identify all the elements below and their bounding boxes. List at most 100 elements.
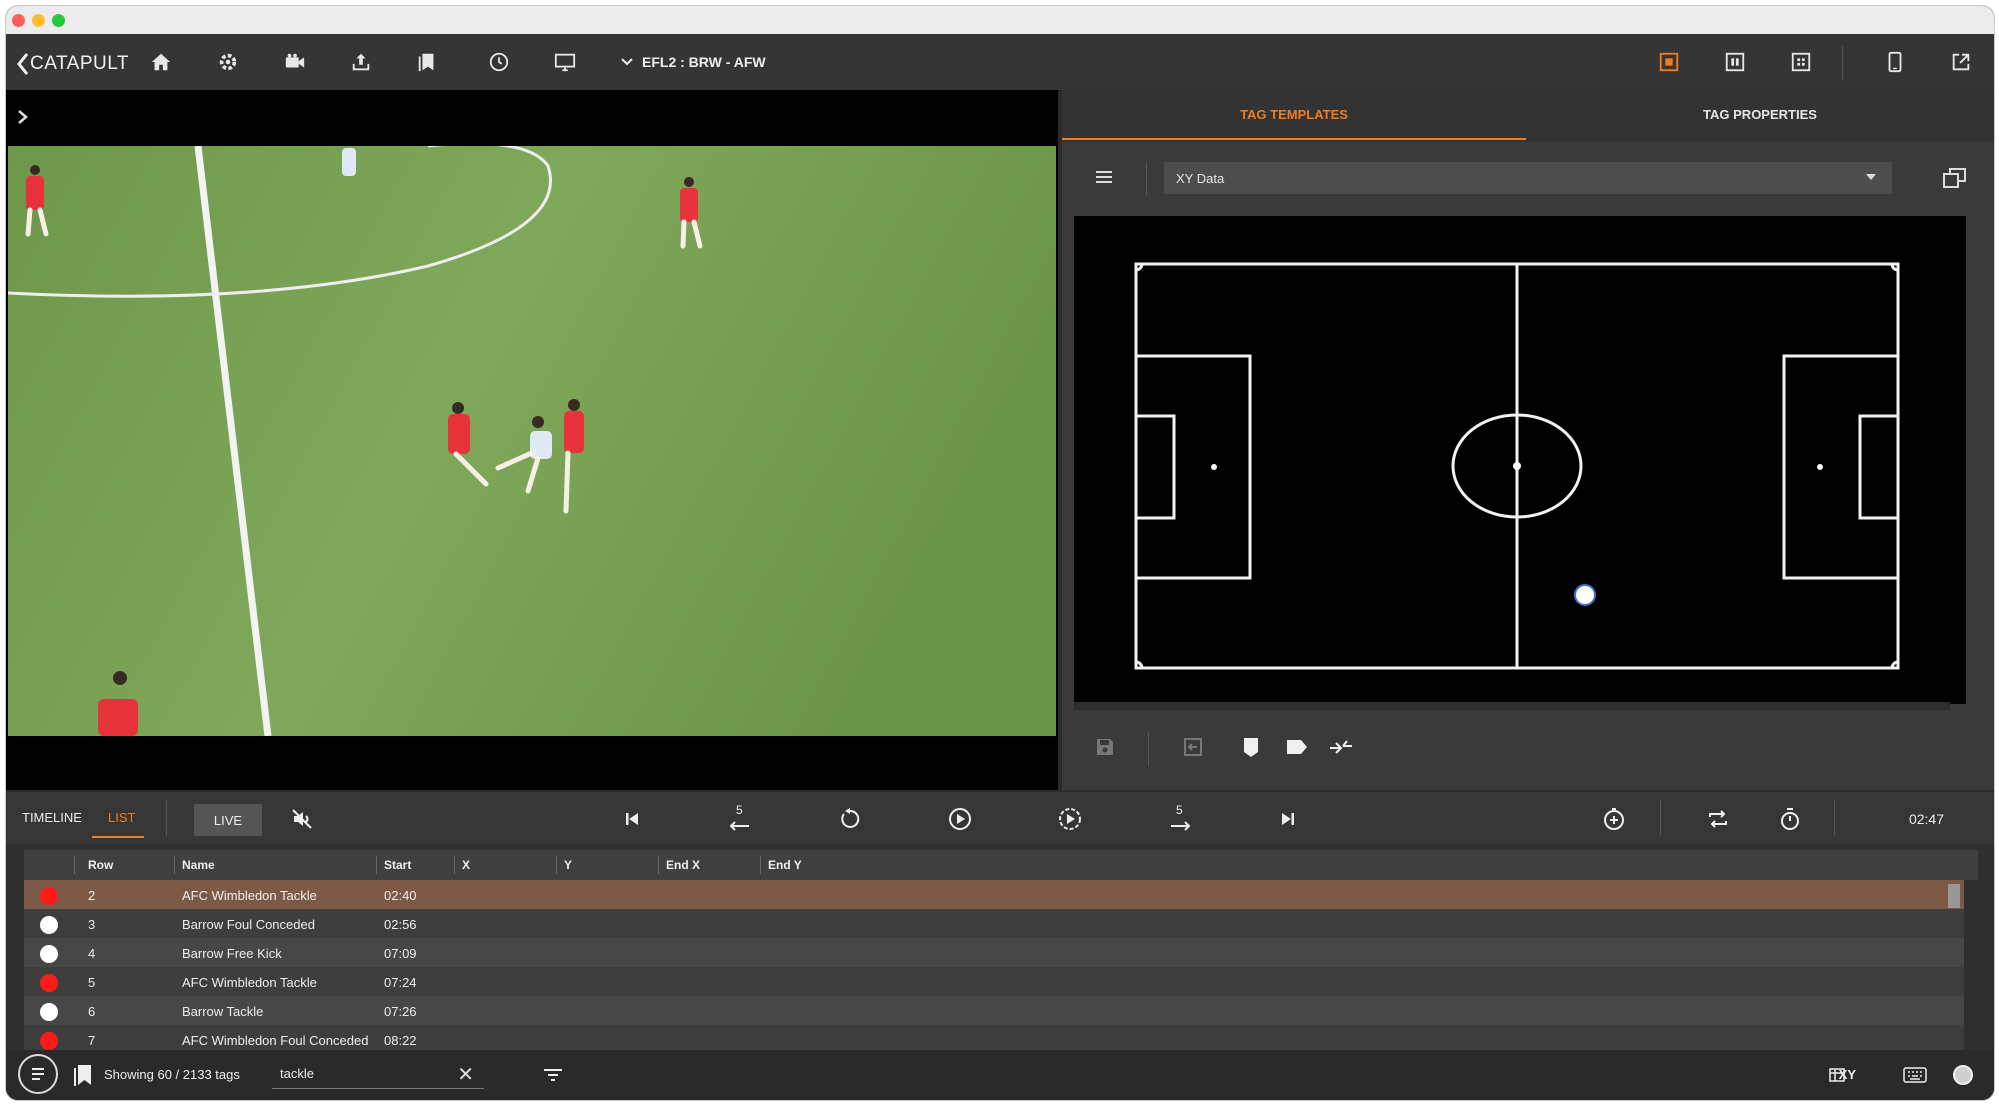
bookmark-icon[interactable]: [70, 1062, 96, 1088]
tag-color-dot: [40, 1003, 58, 1021]
save-icon[interactable]: [1092, 734, 1118, 760]
loop-icon[interactable]: [1704, 805, 1732, 833]
divider: [1148, 732, 1149, 766]
swap-direction-icon[interactable]: [1328, 734, 1354, 760]
skip-back-5-button[interactable]: 5: [726, 803, 754, 833]
skip-back-seconds: 5: [736, 803, 743, 817]
skip-to-end-icon[interactable]: [1274, 805, 1302, 833]
col-end-x[interactable]: End X: [666, 858, 700, 872]
popout-window-icon[interactable]: [1942, 166, 1968, 195]
label-tag-icon[interactable]: [1284, 734, 1310, 760]
chevron-down-icon: [621, 58, 633, 66]
minimize-window-button[interactable]: [32, 14, 45, 27]
col-end-y[interactable]: End Y: [768, 858, 802, 872]
tag-color-dot: [40, 1032, 58, 1050]
col-start[interactable]: Start: [384, 858, 411, 872]
tab-timeline[interactable]: TIMELINE: [22, 810, 82, 825]
active-tab-underline: [92, 836, 144, 838]
skip-to-start-icon[interactable]: [618, 805, 646, 833]
main-toolbar: CATAPULT EFL2 : BRW - AFW: [6, 34, 1994, 91]
single-view-layout-icon[interactable]: [1656, 49, 1682, 75]
tag-name: AFC Wimbledon Tackle: [182, 975, 317, 990]
xy-mode-label[interactable]: XY: [1839, 1067, 1856, 1082]
tag-name: Barrow Foul Conceded: [182, 917, 315, 932]
stopwatch-icon[interactable]: [1776, 805, 1804, 833]
tag-start: 08:22: [384, 1033, 417, 1048]
divider: [1834, 800, 1835, 836]
tag-start: 02:56: [384, 917, 417, 932]
table-row[interactable]: 6 Barrow Tackle 07:26: [24, 996, 1964, 1025]
tag-color-dot: [40, 974, 58, 992]
tab-list[interactable]: LIST: [108, 810, 135, 825]
tag-name: Barrow Free Kick: [182, 946, 282, 961]
column-divider: [760, 856, 761, 874]
lower-panel: TIMELINE LIST LIVE 5 5 02:47 Row Name St…: [6, 792, 1994, 1100]
canvas-scrollbar[interactable]: [1074, 702, 1950, 710]
video-player[interactable]: [6, 90, 1058, 790]
template-row: XY Data: [1062, 158, 1994, 198]
external-link-icon[interactable]: [1948, 49, 1974, 75]
tag-search[interactable]: ✕: [272, 1060, 484, 1089]
caret-down-icon: [1866, 174, 1876, 180]
replay-icon[interactable]: [836, 805, 864, 833]
keyboard-icon[interactable]: [1902, 1062, 1928, 1088]
xy-location-marker[interactable]: [1574, 584, 1596, 606]
hamburger-menu-icon[interactable]: [1094, 168, 1114, 191]
zoom-window-button[interactable]: [52, 14, 65, 27]
chevron-right-icon[interactable]: [16, 108, 30, 131]
status-circle-icon[interactable]: [1950, 1062, 1976, 1088]
list-menu-icon[interactable]: [18, 1054, 58, 1094]
table-row[interactable]: 3 Barrow Foul Conceded 02:56: [24, 909, 1964, 938]
xy-pitch-canvas[interactable]: [1074, 216, 1966, 704]
import-icon[interactable]: [1180, 734, 1206, 760]
tab-tag-templates[interactable]: TAG TEMPLATES: [1062, 90, 1526, 140]
tag-actions-bar: [1062, 720, 1994, 774]
grid-view-layout-icon[interactable]: [1788, 49, 1814, 75]
add-timer-icon[interactable]: [1600, 805, 1628, 833]
play-icon[interactable]: [946, 805, 974, 833]
tablet-icon[interactable]: [1882, 49, 1908, 75]
divider: [1660, 800, 1661, 836]
tab-tag-properties[interactable]: TAG PROPERTIES: [1528, 90, 1992, 138]
skip-forward-seconds: 5: [1176, 803, 1183, 817]
close-window-button[interactable]: [12, 14, 25, 27]
settings-gear-icon[interactable]: [215, 49, 241, 75]
tags-table: Row Name Start X Y End X End Y 2 AFC Wim…: [24, 850, 1978, 1050]
table-row[interactable]: 7 AFC Wimbledon Foul Conceded 08:22: [24, 1025, 1964, 1050]
clock-icon[interactable]: [486, 49, 512, 75]
video-frame-image: [8, 146, 1056, 736]
live-button[interactable]: LIVE: [194, 804, 262, 836]
table-row[interactable]: 2 AFC Wimbledon Tackle 02:40: [24, 880, 1964, 909]
table-row[interactable]: 4 Barrow Free Kick 07:09: [24, 938, 1964, 967]
tag-search-input[interactable]: [272, 1060, 452, 1086]
tagging-panel: TAG TEMPLATES TAG PROPERTIES XY Data: [1062, 90, 1994, 790]
skip-forward-5-button[interactable]: 5: [1166, 803, 1194, 833]
match-label: EFL2 : BRW - AFW: [642, 54, 766, 70]
col-name[interactable]: Name: [182, 858, 215, 872]
col-y[interactable]: Y: [564, 858, 572, 872]
playback-time: 02:47: [1908, 811, 1944, 827]
col-row[interactable]: Row: [88, 858, 113, 872]
table-scrollbar-thumb[interactable]: [1948, 884, 1960, 908]
clear-search-icon[interactable]: ✕: [457, 1062, 474, 1087]
template-select[interactable]: XY Data: [1164, 162, 1892, 194]
mute-speaker-icon[interactable]: [288, 805, 316, 833]
divider: [1146, 162, 1147, 196]
upload-icon[interactable]: [348, 49, 374, 75]
bookmark-tag-icon[interactable]: [1238, 734, 1264, 760]
filter-icon[interactable]: [540, 1062, 566, 1088]
table-row[interactable]: 5 AFC Wimbledon Tackle 07:24: [24, 967, 1964, 996]
playback-controls: TIMELINE LIST LIVE 5 5 02:47: [6, 792, 1994, 844]
split-view-layout-icon[interactable]: [1722, 49, 1748, 75]
video-camera-icon[interactable]: [282, 49, 308, 75]
row-number: 3: [88, 917, 96, 932]
monitor-icon[interactable]: [552, 49, 578, 75]
bookmarks-icon[interactable]: [414, 49, 440, 75]
home-icon[interactable]: [148, 49, 174, 75]
match-selector[interactable]: EFL2 : BRW - AFW: [620, 54, 766, 70]
row-number: 5: [88, 975, 96, 990]
col-x[interactable]: X: [462, 858, 470, 872]
panel-tabs: TAG TEMPLATES TAG PROPERTIES: [1062, 90, 1994, 142]
play-slow-icon[interactable]: [1056, 805, 1084, 833]
match-video-frame[interactable]: [8, 146, 1056, 736]
